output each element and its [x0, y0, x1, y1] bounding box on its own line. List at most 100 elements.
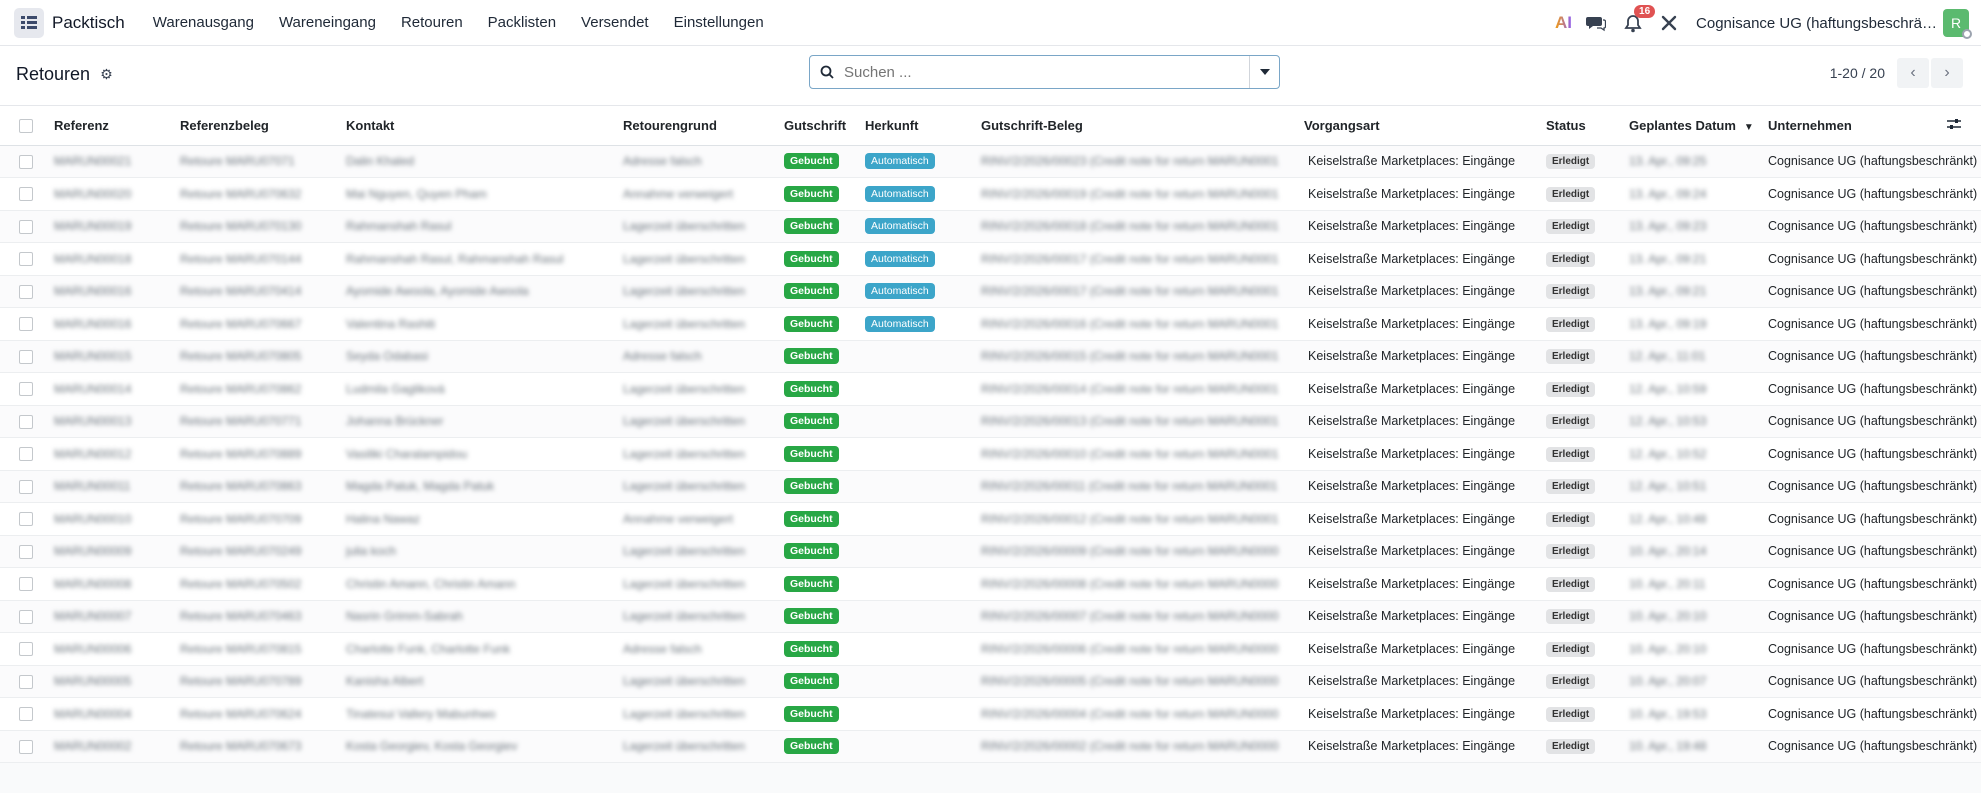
table-row[interactable]: MARUN00013 Retoure MARU070771 Johanna Brüc… — [0, 405, 1981, 438]
ai-assistant-icon[interactable]: AI — [1555, 13, 1572, 33]
select-all-checkbox[interactable] — [19, 119, 33, 134]
table-row[interactable]: MARUN00020 Retoure MARU070632 Mai Nguyen, … — [0, 177, 1981, 211]
cell-referenz: MARUN00010 — [54, 502, 180, 536]
cell-kontakt: Ayomide Awoola, Ayomide Awoola — [346, 275, 623, 308]
row-checkbox[interactable] — [19, 414, 33, 429]
bell-icon[interactable]: 16 — [1624, 4, 1656, 33]
cell-status: Erledigt — [1546, 665, 1629, 698]
table-row[interactable]: MARUN00014 Retoure MARU070862 Ludmila Gagl… — [0, 372, 1981, 406]
cell-vorgangsart: Keiselstraße Marketplaces: Eingänge — [1304, 177, 1546, 211]
table-row[interactable]: MARUN00007 Retoure MARU070463 Nasrin Grimm… — [0, 600, 1981, 633]
column-header-geplantes-datum[interactable]: Geplantes Datum ▼ — [1629, 106, 1768, 146]
nav-item-wareneingang[interactable]: Wareneingang — [279, 14, 376, 31]
gear-icon[interactable]: ⚙ — [100, 66, 113, 83]
table-row[interactable]: MARUN00021 Retoure MARU07071 Dalin Khaled A… — [0, 145, 1981, 178]
table-row[interactable]: MARUN00018 Retoure MARU070144 Rahmanshah R… — [0, 242, 1981, 276]
column-header-herkunft[interactable]: Herkunft — [865, 106, 981, 146]
cell-status: Erledigt — [1546, 177, 1629, 211]
cell-unternehmen: Cognisance UG (haftungsbeschränkt) — [1768, 210, 1981, 243]
cell-gutschrift: Gebucht — [784, 697, 865, 731]
column-header-vorgangsart[interactable]: Vorgangsart — [1304, 106, 1546, 146]
cell-gutschrift-beleg: RINV/2/2026/00015 (Credit note for retur… — [981, 340, 1304, 373]
cell-vorgangsart: Keiselstraße Marketplaces: Eingänge — [1304, 730, 1546, 763]
optional-columns-icon[interactable] — [1947, 118, 1961, 133]
cell-referenz: MARUN00009 — [54, 535, 180, 568]
cell-referenz: MARUN00015 — [54, 340, 180, 373]
app-brand[interactable]: Packtisch — [52, 13, 125, 33]
row-checkbox[interactable] — [19, 642, 33, 657]
cell-gutschrift-beleg: RINV/2/2026/00019 (Credit note for retur… — [981, 177, 1304, 211]
column-header-retourengrund[interactable]: Retourengrund — [623, 106, 784, 146]
debug-tools-icon[interactable] — [1660, 14, 1678, 32]
pager-value[interactable]: 1-20 / 20 — [1830, 65, 1885, 81]
nav-item-einstellungen[interactable]: Einstellungen — [674, 14, 764, 31]
nav-item-retouren[interactable]: Retouren — [401, 14, 463, 31]
avatar-initial: R — [1950, 15, 1962, 31]
table-row[interactable]: MARUN00012 Retoure MARU070889 Vasiliki Cha… — [0, 437, 1981, 471]
gutschrift-badge: Gebucht — [784, 478, 839, 495]
nav-item-versendet[interactable]: Versendet — [581, 14, 649, 31]
row-checkbox[interactable] — [19, 317, 33, 332]
cell-referenzbeleg: Retoure MARU07071 — [180, 145, 346, 178]
row-checkbox[interactable] — [19, 577, 33, 592]
row-checkbox[interactable] — [19, 447, 33, 462]
user-avatar[interactable]: R — [1943, 9, 1972, 39]
column-header-kontakt[interactable]: Kontakt — [346, 106, 623, 146]
table-row[interactable]: MARUN00016 Retoure MARU070667 Valentina Ra… — [0, 307, 1981, 341]
column-header-gutschrift-beleg[interactable]: Gutschrift-Beleg — [981, 106, 1304, 146]
search-input[interactable] — [844, 57, 1249, 87]
row-checkbox[interactable] — [19, 252, 33, 267]
cell-herkunft — [865, 372, 981, 406]
column-header-status[interactable]: Status — [1546, 106, 1629, 146]
search-options-toggle[interactable] — [1249, 56, 1279, 88]
column-header-gutschrift[interactable]: Gutschrift — [784, 106, 865, 146]
table-row[interactable]: MARUN00008 Retoure MARU070502 Christin Ama… — [0, 567, 1981, 601]
row-checkbox[interactable] — [19, 674, 33, 689]
nav-item-warenausgang[interactable]: Warenausgang — [153, 14, 254, 31]
company-switcher[interactable]: Cognisance UG (haftungsbeschrä… — [1696, 15, 1937, 32]
row-checkbox[interactable] — [19, 382, 33, 397]
table-row[interactable]: MARUN00004 Retoure MARU070624 Tinatesui Va… — [0, 697, 1981, 731]
row-checkbox[interactable] — [19, 219, 33, 234]
status-badge: Erledigt — [1546, 576, 1596, 592]
top-navbar: Packtisch Warenausgang Wareneingang Reto… — [0, 0, 1981, 46]
cell-kontakt: Halina Nawaz — [346, 502, 623, 536]
pager-next-button[interactable]: › — [1931, 58, 1963, 88]
row-checkbox[interactable] — [19, 284, 33, 299]
column-header-referenzbeleg[interactable]: Referenzbeleg — [180, 106, 346, 146]
column-header-referenz[interactable]: Referenz — [54, 106, 180, 146]
row-checkbox[interactable] — [19, 609, 33, 624]
table-row[interactable]: MARUN00009 Retoure MARU070249 julia koch La… — [0, 535, 1981, 568]
cell-gutschrift-beleg: RINV/2/2026/00023 (Credit note for retur… — [981, 145, 1304, 178]
gutschrift-badge: Gebucht — [784, 543, 839, 560]
table-row[interactable]: MARUN00002 Retoure MARU070673 Kosta Georgi… — [0, 730, 1981, 763]
apps-menu-icon[interactable] — [14, 7, 44, 38]
nav-item-packlisten[interactable]: Packlisten — [488, 14, 556, 31]
cell-referenzbeleg: Retoure MARU070673 — [180, 730, 346, 763]
cell-unternehmen: Cognisance UG (haftungsbeschränkt) — [1768, 437, 1981, 471]
chat-icon[interactable] — [1586, 14, 1607, 32]
row-checkbox[interactable] — [19, 187, 33, 202]
row-checkbox[interactable] — [19, 544, 33, 559]
row-checkbox[interactable] — [19, 512, 33, 527]
status-badge: Erledigt — [1546, 446, 1596, 462]
cell-referenz: MARUN00014 — [54, 372, 180, 406]
presence-status-dot — [1962, 29, 1972, 39]
table-row[interactable]: MARUN00010 Retoure MARU070709 Halina Nawaz… — [0, 502, 1981, 536]
table-row[interactable]: MARUN00016 Retoure MARU070414 Ayomide Awoo… — [0, 275, 1981, 308]
row-checkbox[interactable] — [19, 154, 33, 169]
column-header-unternehmen[interactable]: Unternehmen — [1768, 106, 1981, 146]
table-row[interactable]: MARUN00015 Retoure MARU070805 Seyda Odabas… — [0, 340, 1981, 373]
pager-previous-button[interactable]: ‹ — [1897, 58, 1929, 88]
row-checkbox[interactable] — [19, 479, 33, 494]
status-badge: Erledigt — [1546, 544, 1596, 560]
row-checkbox[interactable] — [19, 349, 33, 364]
table-row[interactable]: MARUN00006 Retoure MARU070815 Charlotte Fu… — [0, 632, 1981, 666]
table-row[interactable]: MARUN00005 Retoure MARU070789 Kanisha Albe… — [0, 665, 1981, 698]
table-row[interactable]: MARUN00011 Retoure MARU070863 Magda Patuk,… — [0, 470, 1981, 503]
cell-referenzbeleg: Retoure MARU070889 — [180, 437, 346, 471]
cell-gutschrift: Gebucht — [784, 210, 865, 243]
table-row[interactable]: MARUN00019 Retoure MARU070130 Rahmanshah R… — [0, 210, 1981, 243]
row-checkbox[interactable] — [19, 739, 33, 754]
row-checkbox[interactable] — [19, 707, 33, 722]
